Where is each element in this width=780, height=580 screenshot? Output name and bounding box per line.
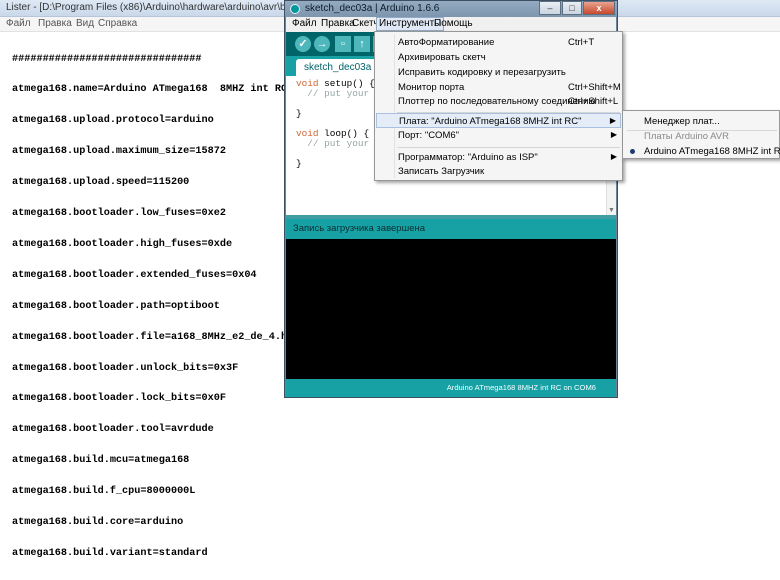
status-bar: Запись загрузчика завершена: [286, 219, 616, 239]
menu-item-label: Менеджер плат...: [644, 116, 720, 127]
new-icon[interactable]: ▫: [335, 36, 351, 52]
menu-item-shortcut: Ctrl+Shift+M: [568, 82, 621, 93]
menu-file[interactable]: Файл: [290, 18, 319, 30]
text-line: atmega168.bootloader.high_fuses=0xde: [12, 238, 233, 250]
console-output[interactable]: [286, 239, 616, 379]
lister-menu-file[interactable]: Файл: [6, 18, 31, 29]
status-text: Запись загрузчика завершена: [293, 223, 426, 234]
submenu-arrow-icon: ▶: [609, 116, 616, 125]
menu-item-port[interactable]: Порт: "COM6" ▶: [376, 128, 621, 143]
text-line: atmega168.bootloader.lock_bits=0x0F: [12, 393, 226, 405]
code-token: }: [296, 158, 302, 169]
lister-menu-help[interactable]: Справка: [98, 18, 137, 29]
menu-item-label: Arduino ATmega168 8MHZ int RC: [644, 146, 780, 157]
menu-item-shortcut: Ctrl+T: [568, 37, 595, 48]
open-icon[interactable]: ↑: [354, 36, 370, 52]
board-port-info: Arduino ATmega168 8MHZ int RC on COM6: [446, 383, 596, 392]
menu-item-board[interactable]: Плата: "Arduino ATmega168 8MHZ int RC" ▶: [376, 113, 621, 128]
menu-help[interactable]: Помощь: [432, 18, 475, 30]
lister-title: Lister - [D:\Program Files (x86)\Arduino…: [6, 2, 327, 13]
arduino-logo-icon: [290, 4, 300, 14]
menu-item-programmer[interactable]: Программатор: "Arduino as ISP" ▶: [376, 150, 621, 165]
radio-selected-icon: [630, 149, 635, 154]
upload-icon[interactable]: →: [314, 36, 330, 52]
text-line: atmega168.bootloader.file=a168_8MHz_e2_d…: [12, 331, 300, 343]
text-line: atmega168.bootloader.unlock_bits=0x3F: [12, 362, 239, 374]
lister-menu-view[interactable]: Вид: [76, 18, 94, 29]
menu-item-shortcut: Ctrl+Shift+L: [568, 96, 619, 107]
menu-section-avr-boards: Платы Arduino AVR: [624, 129, 778, 144]
submenu-arrow-icon: ▶: [610, 152, 617, 161]
text-line: atmega168.build.core=arduino: [12, 516, 184, 528]
text-line: ###############################: [12, 53, 202, 65]
text-line: atmega168.bootloader.extended_fuses=0x04: [12, 269, 257, 281]
text-line: atmega168.bootloader.path=optiboot: [12, 300, 220, 312]
menu-item-label: Плата: "Arduino ATmega168 8MHZ int RC": [399, 116, 582, 127]
text-line: atmega168.build.f_cpu=8000000L: [12, 486, 196, 498]
scroll-down-icon[interactable]: ▼: [608, 207, 615, 214]
submenu-arrow-icon: ▶: [610, 130, 617, 139]
menu-separator: [397, 147, 620, 148]
text-line: atmega168.upload.speed=115200: [12, 177, 190, 189]
close-button[interactable]: x: [583, 1, 615, 15]
footer-bar: Arduino ATmega168 8MHZ int RC on COM6: [286, 379, 616, 397]
arduino-title-bar[interactable]: sketch_dec03a | Arduino 1.6.6 – □ x: [285, 1, 617, 17]
menu-item-serial-plotter[interactable]: Плоттер по последовательному соединению …: [376, 94, 621, 109]
minimize-button[interactable]: –: [539, 1, 561, 15]
board-submenu: Менеджер плат... Платы Arduino AVR Ardui…: [622, 110, 780, 159]
tab-sketch[interactable]: sketch_dec03a: [296, 59, 380, 76]
menu-item-label: Порт: "COM6": [398, 130, 460, 141]
menu-item-fix-encoding[interactable]: Исправить кодировку и перезагрузить: [376, 65, 621, 80]
menu-item-label: Записать Загрузчик: [398, 166, 485, 177]
text-line: atmega168.build.mcu=atmega168: [12, 455, 190, 467]
menu-item-label: Программатор: "Arduino as ISP": [398, 152, 538, 163]
menu-section-label: Платы Arduino AVR: [644, 131, 729, 142]
menu-item-autoformat[interactable]: АвтоФорматирование Ctrl+T: [376, 35, 621, 50]
menu-item-archive[interactable]: Архивировать скетч: [376, 50, 621, 65]
verify-icon[interactable]: ✓: [295, 36, 311, 52]
arduino-menu-bar: Файл Правка Скетч Инструменты Помощь: [286, 17, 616, 32]
lister-menu-edit[interactable]: Правка: [38, 18, 72, 29]
tools-dropdown-menu: АвтоФорматирование Ctrl+T Архивировать с…: [374, 31, 623, 181]
text-line: atmega168.name=Arduino ATmega168 8MHZ in…: [12, 84, 288, 96]
menu-item-label: Монитор порта: [398, 82, 465, 93]
lister-text-content[interactable]: ############################### atmega16…: [12, 34, 299, 580]
menu-item-serial-monitor[interactable]: Монитор порта Ctrl+Shift+M: [376, 80, 621, 95]
menu-item-burn-bootloader[interactable]: Записать Загрузчик: [376, 164, 621, 179]
menu-item-board-manager[interactable]: Менеджер плат...: [624, 114, 778, 129]
menu-item-label: Плоттер по последовательному соединению: [398, 96, 596, 107]
arduino-title: sketch_dec03a | Arduino 1.6.6: [305, 3, 440, 14]
code-token: }: [296, 108, 302, 119]
text-line: atmega168.build.variant=standard: [12, 547, 208, 559]
text-line: atmega168.bootloader.low_fuses=0xe2: [12, 208, 226, 220]
text-line: atmega168.upload.protocol=arduino: [12, 115, 214, 127]
text-line: atmega168.upload.maximum_size=15872: [12, 146, 226, 158]
menu-item-label: Архивировать скетч: [398, 52, 486, 63]
menu-item-board-selected[interactable]: Arduino ATmega168 8MHZ int RC: [624, 144, 780, 159]
menu-item-label: Исправить кодировку и перезагрузить: [398, 67, 566, 78]
maximize-button[interactable]: □: [562, 1, 582, 15]
text-line: atmega168.bootloader.tool=avrdude: [12, 424, 214, 436]
menu-item-label: АвтоФорматирование: [398, 37, 495, 48]
